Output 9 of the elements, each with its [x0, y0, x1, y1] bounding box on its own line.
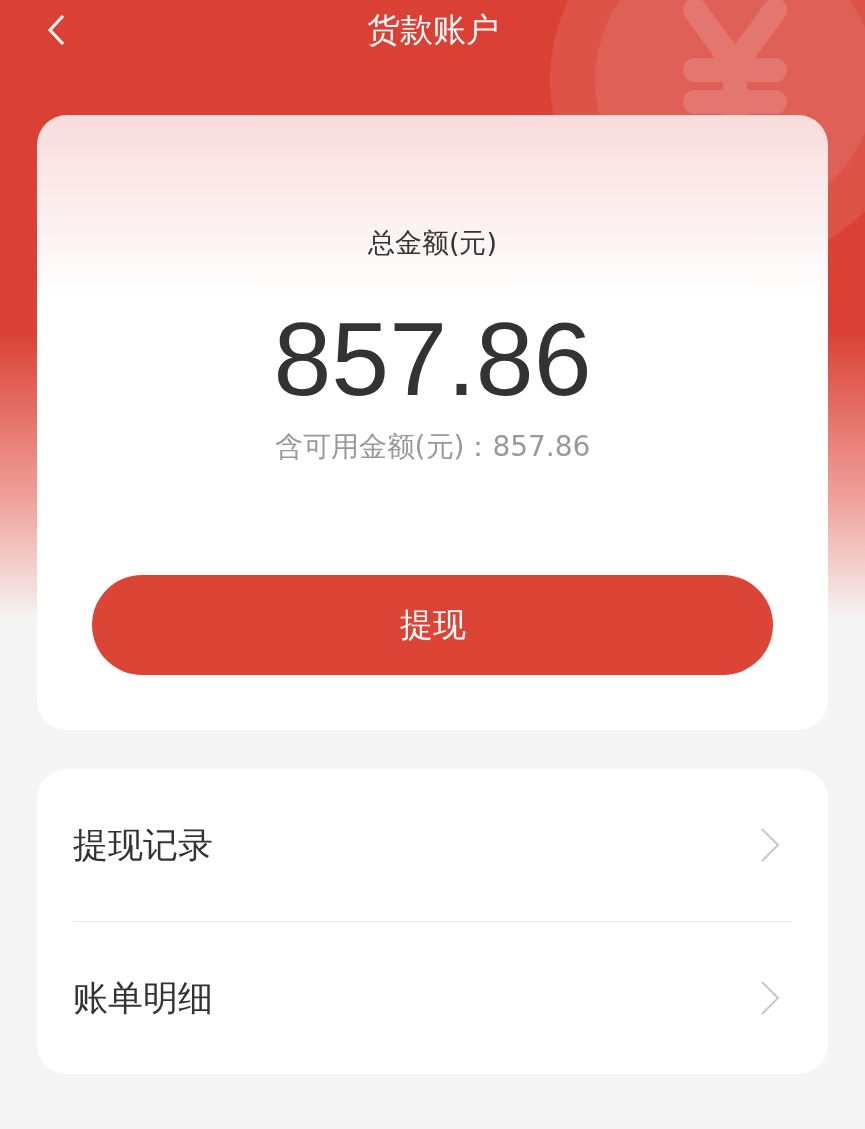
page-title: 货款账户: [366, 9, 499, 51]
menu-item[interactable]: 账单明细: [73, 974, 213, 1022]
chevron-right-icon: [760, 827, 780, 863]
total-label: 总金额(元): [367, 226, 498, 260]
menu-item[interactable]: 提现记录: [73, 821, 213, 869]
available-amount: 含可用金额(元)：857.86: [274, 429, 591, 465]
withdraw-button[interactable]: 提现: [92, 575, 773, 675]
total-amount: 857.86: [273, 300, 592, 419]
chevron-right-icon: [760, 980, 780, 1016]
